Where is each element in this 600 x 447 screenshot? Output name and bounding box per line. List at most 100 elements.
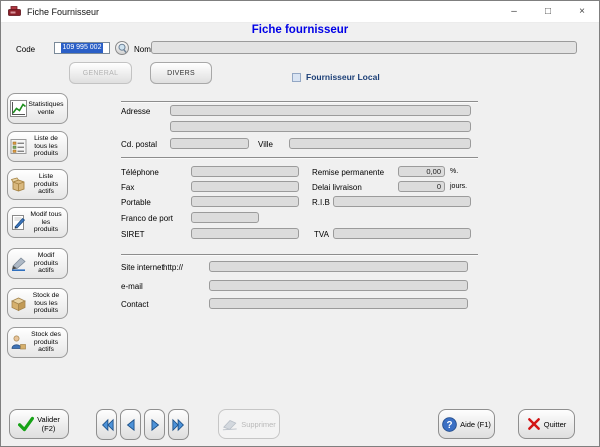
nav-last-button[interactable] — [168, 409, 189, 440]
next-record-icon — [148, 418, 162, 432]
adresse-line2-input[interactable] — [170, 121, 471, 132]
edit-page-icon — [10, 214, 27, 231]
nav-next-button[interactable] — [144, 409, 165, 440]
nav-first-button[interactable] — [96, 409, 117, 440]
svg-text:?: ? — [447, 419, 453, 430]
tab-general[interactable]: GENERAL — [69, 62, 132, 84]
lookup-button[interactable] — [115, 41, 129, 55]
site-internet-input[interactable] — [209, 261, 468, 272]
fournisseur-local-field: Fournisseur Local — [292, 72, 380, 82]
list-icon — [10, 138, 27, 155]
fournisseur-local-label: Fournisseur Local — [306, 72, 380, 82]
first-record-icon — [100, 418, 114, 432]
open-box-icon — [10, 176, 27, 193]
nom-label: Nom — [134, 45, 151, 54]
siret-label: SIRET — [121, 230, 145, 239]
check-icon — [18, 416, 34, 432]
supprimer-label: Supprimer — [241, 420, 276, 429]
email-input[interactable] — [209, 280, 468, 291]
code-label: Code — [16, 45, 35, 54]
maximize-button[interactable]: □ — [531, 1, 565, 22]
sidebar-liste-tous-produits-button[interactable]: Liste de tous les produits — [7, 131, 68, 162]
sidebar-item-label: Modif produits actifs — [27, 252, 65, 275]
valider-label: Valider (F2) — [37, 415, 60, 433]
nom-input[interactable] — [151, 41, 577, 54]
rib-input[interactable] — [333, 196, 471, 207]
franco-de-port-label: Franco de port — [121, 214, 173, 223]
sidebar-statistiques-vente-button[interactable]: Statistiques vente — [7, 93, 68, 124]
delai-livraison-input[interactable] — [398, 181, 445, 192]
sidebar-stock-tous-produits-button[interactable]: Stock de tous les produits — [7, 288, 68, 319]
fournisseur-local-checkbox[interactable] — [292, 73, 301, 82]
box-icon — [10, 295, 27, 312]
contact-label: Contact — [121, 300, 149, 309]
remise-permanente-input[interactable] — [398, 166, 445, 177]
sidebar-item-label: Stock des produits actifs — [27, 331, 65, 354]
separator-line — [121, 157, 478, 159]
fiche-fournisseur-window: Fiche Fournisseur – □ × Fiche fournisseu… — [0, 0, 600, 447]
remise-permanente-label: Remise permanente — [312, 168, 384, 177]
portable-label: Portable — [121, 198, 151, 207]
person-box-icon — [10, 334, 27, 351]
magnifier-icon — [117, 43, 128, 54]
adresse-line1-input[interactable] — [170, 105, 471, 116]
remise-suffix: %. — [450, 168, 458, 175]
sidebar-item-label: Statistiques vente — [27, 101, 65, 117]
chart-icon — [10, 100, 27, 117]
portable-input[interactable] — [191, 196, 299, 207]
separator-line — [121, 254, 478, 256]
separator-line — [121, 101, 478, 103]
delai-livraison-label: Delai livraison — [312, 183, 362, 192]
sidebar-item-label: Stock de tous les produits — [27, 292, 65, 315]
siret-input[interactable] — [191, 228, 299, 239]
eraser-icon — [222, 418, 238, 431]
rib-label: R.I.B — [312, 198, 330, 207]
sidebar-liste-produits-actifs-button[interactable]: Liste produits actifs — [7, 169, 68, 200]
email-label: e-mail — [121, 282, 143, 291]
page-title: Fiche fournisseur — [1, 24, 599, 36]
http-prefix: http:// — [163, 263, 183, 272]
aide-button[interactable]: ? Aide (F1) — [438, 409, 495, 439]
code-value-selected: 109 995 002 — [61, 43, 104, 53]
supprimer-button[interactable]: Supprimer — [218, 409, 280, 439]
help-icon: ? — [442, 417, 457, 432]
nav-previous-button[interactable] — [120, 409, 141, 440]
valider-button[interactable]: Valider (F2) — [9, 409, 69, 439]
tva-input[interactable] — [333, 228, 471, 239]
previous-record-icon — [124, 418, 138, 432]
close-x-icon — [527, 417, 541, 431]
window-controls: – □ × — [497, 1, 599, 22]
delai-suffix: jours. — [450, 183, 467, 190]
site-internet-label: Site internet — [121, 263, 164, 272]
fax-label: Fax — [121, 183, 134, 192]
sidebar-modif-produits-actifs-button[interactable]: Modif produits actifs — [7, 248, 68, 279]
aide-label: Aide (F1) — [460, 420, 491, 429]
fax-input[interactable] — [191, 181, 299, 192]
last-record-icon — [172, 418, 186, 432]
pencil-icon — [10, 255, 27, 272]
close-button[interactable]: × — [565, 1, 599, 22]
franco-de-port-input[interactable] — [191, 212, 259, 223]
sidebar-item-label: Liste de tous les produits — [27, 135, 65, 158]
quitter-button[interactable]: Quitter — [518, 409, 575, 439]
tva-label: TVA — [314, 230, 329, 239]
sidebar-item-label: Modif tous les produits — [27, 211, 65, 234]
ville-input[interactable] — [289, 138, 471, 149]
window-title: Fiche Fournisseur — [27, 7, 99, 17]
telephone-label: Téléphone — [121, 168, 159, 177]
ville-label: Ville — [258, 140, 273, 149]
adresse-label: Adresse — [121, 107, 150, 116]
app-icon — [8, 6, 21, 17]
quitter-label: Quitter — [544, 420, 567, 429]
sidebar-stock-produits-actifs-button[interactable]: Stock des produits actifs — [7, 327, 68, 358]
titlebar: Fiche Fournisseur – □ × — [1, 1, 599, 23]
code-field[interactable]: 109 995 002 — [54, 42, 110, 54]
telephone-input[interactable] — [191, 166, 299, 177]
contact-input[interactable] — [209, 298, 468, 309]
cd-postal-label: Cd. postal — [121, 140, 157, 149]
minimize-button[interactable]: – — [497, 1, 531, 22]
sidebar-item-label: Liste produits actifs — [27, 173, 65, 196]
cd-postal-input[interactable] — [170, 138, 249, 149]
tab-divers[interactable]: DIVERS — [150, 62, 212, 84]
sidebar-modif-tous-produits-button[interactable]: Modif tous les produits — [7, 207, 68, 238]
